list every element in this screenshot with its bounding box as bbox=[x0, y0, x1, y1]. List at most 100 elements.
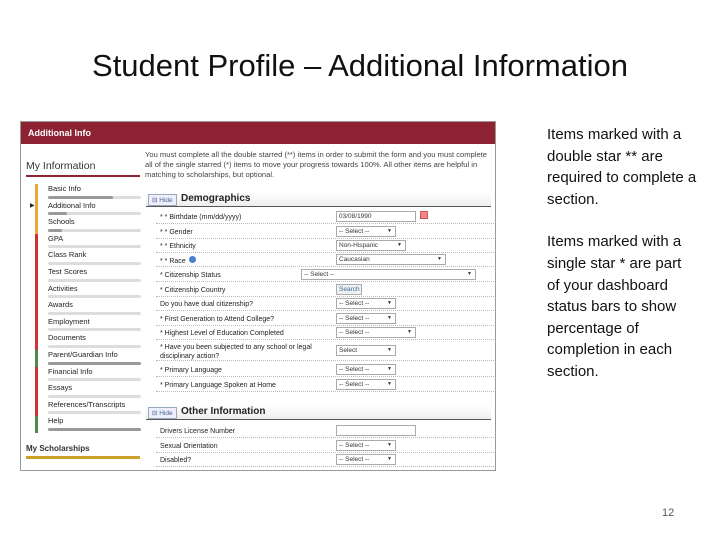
select-field[interactable]: -- Select -- ▼ bbox=[336, 454, 396, 465]
progress-bar bbox=[48, 378, 141, 382]
label-text: * Citizenship Country bbox=[160, 287, 226, 294]
text-input[interactable]: 03/08/1990 bbox=[336, 211, 416, 222]
sidebar-item[interactable]: ▶ Additional Info bbox=[30, 200, 141, 218]
sidebar-item-label: Parent/Guardian Info bbox=[48, 349, 118, 359]
intro-text: You must complete all the double starred… bbox=[145, 150, 488, 179]
form-row: Do you have dual citizenship? -- Select -… bbox=[156, 298, 495, 311]
field-value: Caucasian bbox=[339, 256, 370, 263]
text-input[interactable] bbox=[336, 425, 416, 436]
sidebar-item[interactable]: Documents bbox=[35, 333, 141, 350]
form-row: * * Ethnicity Non-Hispanic ▼ bbox=[156, 240, 495, 253]
sidebar-item[interactable]: Help bbox=[35, 416, 141, 433]
note-single-star: Items marked with a single star * are pa… bbox=[547, 233, 682, 380]
select-field[interactable]: -- Select -- ▼ bbox=[336, 379, 396, 390]
form-row: * * Gender -- Select -- ▼ bbox=[156, 226, 495, 239]
sidebar-item-label: Additional Info bbox=[48, 200, 96, 210]
field-value: -- Select -- bbox=[339, 442, 370, 449]
label-text: * Highest Level of Education Completed bbox=[160, 330, 284, 337]
label-text: Drivers License Number bbox=[160, 428, 236, 435]
form-row: * * Birthdate (mm/dd/yyyy) 03/08/1990 bbox=[156, 211, 495, 224]
sidebar-item[interactable]: Class Rank bbox=[35, 250, 141, 267]
progress-bar bbox=[48, 344, 141, 348]
sidebar-item[interactable]: Awards bbox=[35, 300, 141, 317]
label-text: * * Birthdate (mm/dd/yyyy) bbox=[160, 214, 242, 221]
sidebar-item[interactable]: Essays bbox=[35, 383, 141, 400]
label-text: * * Ethnicity bbox=[160, 243, 196, 250]
calendar-icon[interactable] bbox=[420, 211, 428, 219]
sidebar-item[interactable]: Financial Info bbox=[35, 366, 141, 384]
progress-fill bbox=[48, 427, 141, 431]
select-field[interactable]: -- Select -- ▼ bbox=[301, 269, 476, 280]
field-value: Select bbox=[339, 347, 358, 354]
progress-bar bbox=[48, 427, 141, 431]
dropdown-arrow-icon: ▼ bbox=[437, 256, 442, 262]
sidebar-my-scholarships[interactable]: My Scholarships bbox=[26, 444, 140, 459]
progress-bar bbox=[48, 195, 141, 199]
progress-bar bbox=[48, 245, 141, 249]
sidebar-item[interactable]: GPA bbox=[35, 233, 141, 251]
progress-bar bbox=[48, 311, 141, 315]
sidebar-item-label: Financial Info bbox=[48, 366, 93, 376]
select-field[interactable]: -- Select -- ▼ bbox=[336, 298, 396, 309]
field-label: * Primary Language Spoken at Home bbox=[160, 381, 320, 390]
progress-bar bbox=[48, 394, 141, 398]
section-title: Other Information bbox=[181, 406, 266, 417]
label-text: Disabled? bbox=[160, 457, 192, 464]
app-screenshot: Additional Info My Information Basic Inf… bbox=[20, 121, 496, 471]
dropdown-arrow-icon: ▼ bbox=[387, 442, 392, 448]
select-field[interactable]: Select ▼ bbox=[336, 345, 396, 356]
sidebar-item[interactable]: Schools bbox=[35, 217, 141, 234]
slide-notes: Items marked with a double star ** are r… bbox=[547, 124, 697, 404]
sidebar-item[interactable]: References/Transcripts bbox=[35, 399, 141, 417]
field-label: * * Race bbox=[160, 256, 320, 266]
progress-bar bbox=[48, 411, 141, 415]
hide-button[interactable]: ⊟ Hide bbox=[148, 407, 177, 419]
form-row: * Primary Language Spoken at Home -- Sele… bbox=[156, 379, 495, 392]
field-label: * First Generation to Attend College? bbox=[160, 315, 320, 324]
label-text: * Primary Language Spoken at Home bbox=[160, 382, 276, 389]
select-field[interactable]: -- Select -- ▼ bbox=[336, 327, 416, 338]
sidebar-item-label: Documents bbox=[48, 333, 86, 343]
select-field[interactable]: Caucasian ▼ bbox=[336, 254, 446, 265]
field-label: Do you have dual citizenship? bbox=[160, 300, 320, 309]
form-row: * Highest Level of Education Completed --… bbox=[156, 327, 495, 340]
field-value: Search bbox=[339, 286, 360, 293]
current-arrow-icon: ▶ bbox=[30, 202, 35, 209]
sidebar-item-label: Help bbox=[48, 416, 64, 426]
note-double-star: Items marked with a double star ** are r… bbox=[547, 126, 697, 208]
select-field[interactable]: -- Select -- ▼ bbox=[336, 440, 396, 451]
hide-label: Hide bbox=[159, 197, 173, 204]
progress-bar bbox=[48, 228, 141, 232]
select-field[interactable]: -- Select -- ▼ bbox=[336, 226, 396, 237]
hide-label: Hide bbox=[159, 410, 173, 417]
select-field[interactable]: Non-Hispanic ▼ bbox=[336, 240, 406, 251]
field-value: -- Select -- bbox=[339, 300, 370, 307]
sidebar-item-label: Awards bbox=[48, 300, 73, 310]
section-header: ⊟ Hide Demographics bbox=[146, 192, 491, 207]
field-value: -- Select -- bbox=[339, 366, 370, 373]
dropdown-arrow-icon: ▼ bbox=[387, 228, 392, 234]
select-field[interactable]: -- Select -- ▼ bbox=[336, 313, 396, 324]
dropdown-arrow-icon: ▼ bbox=[467, 271, 472, 277]
sidebar-item[interactable]: Test Scores bbox=[35, 266, 141, 284]
sidebar-item[interactable]: Parent/Guardian Info bbox=[35, 349, 141, 367]
sidebar-item-label: GPA bbox=[48, 233, 64, 243]
section-header: ⊟ Hide Other Information bbox=[146, 405, 491, 420]
sidebar-item-label: Test Scores bbox=[48, 266, 88, 276]
sidebar-item-label: Class Rank bbox=[48, 250, 87, 260]
dropdown-arrow-icon: ▼ bbox=[387, 381, 392, 387]
field-value: -- Select -- bbox=[339, 315, 370, 322]
help-icon[interactable] bbox=[188, 256, 196, 263]
form-row: * Citizenship Country Search bbox=[156, 284, 495, 297]
field-label: Drivers License Number bbox=[160, 427, 320, 436]
hide-button[interactable]: ⊟ Hide bbox=[148, 194, 177, 206]
page-header: Additional Info bbox=[21, 122, 495, 144]
search-button[interactable]: Search bbox=[336, 284, 362, 295]
select-field[interactable]: -- Select -- ▼ bbox=[336, 364, 396, 375]
sidebar-item[interactable]: Employment bbox=[35, 316, 141, 334]
dropdown-arrow-icon: ▼ bbox=[387, 456, 392, 462]
field-label: * Citizenship Status bbox=[160, 271, 320, 280]
progress-fill bbox=[48, 212, 67, 216]
sidebar-item[interactable]: Activities bbox=[35, 283, 141, 301]
sidebar-item[interactable]: Basic Info bbox=[35, 184, 141, 201]
